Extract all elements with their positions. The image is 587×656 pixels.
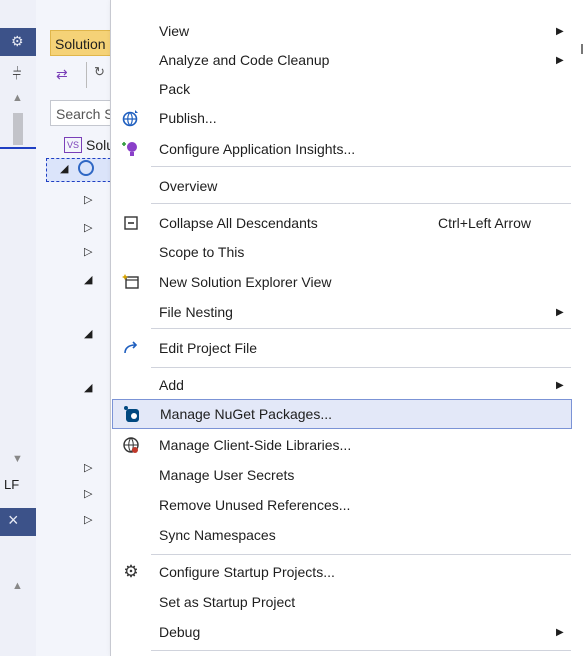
tree-collapse-arrow-icon[interactable]: ◢ — [84, 273, 92, 286]
menu-separator — [151, 554, 571, 555]
menu-item-configure-startup[interactable]: ⚙ Configure Startup Projects... — [112, 557, 572, 587]
menu-item-scope-to-this[interactable]: Scope to This — [112, 237, 572, 267]
menu-item-pack[interactable]: Pack — [112, 74, 572, 104]
menu-item-publish[interactable]: Publish... — [112, 103, 572, 133]
menu-item-collapse-all[interactable]: Collapse All Descendants Ctrl+Left Arrow — [112, 208, 572, 238]
menu-item-label: Remove Unused References... — [159, 497, 351, 513]
menu-item-user-secrets[interactable]: Manage User Secrets — [112, 460, 572, 490]
menu-item-new-view[interactable]: New Solution Explorer View — [112, 267, 572, 297]
menu-item-overview[interactable]: Overview — [112, 171, 572, 201]
history-icon[interactable]: ↻ — [94, 64, 105, 80]
active-line-indicator — [0, 147, 40, 149]
menu-item-label: Overview — [159, 178, 218, 194]
menu-item-manage-nuget[interactable]: Manage NuGet Packages... — [112, 399, 572, 429]
menu-item-label: Manage User Secrets — [159, 467, 295, 483]
menu-separator — [151, 203, 571, 204]
menu-item-label: Scope to This — [159, 244, 245, 260]
menu-item-label: Manage Client-Side Libraries... — [159, 437, 352, 453]
client-libraries-icon — [118, 432, 144, 458]
menu-item-label: Edit Project File — [159, 340, 258, 356]
scroll-down-arrow-icon[interactable]: ▼ — [12, 453, 23, 465]
submenu-arrow-icon: ▶ — [556, 306, 564, 318]
menu-separator — [151, 166, 571, 167]
tree-expand-arrow-icon[interactable]: ▷ — [84, 487, 92, 500]
tree-collapse-arrow-icon[interactable]: ◢ — [84, 327, 92, 340]
solution-explorer-tab[interactable]: Solution Explorer — [50, 30, 116, 56]
background-editor-edge — [572, 0, 587, 656]
tree-expand-arrow-icon[interactable]: ▷ — [84, 221, 92, 234]
gear-icon: ⚙ — [123, 562, 139, 581]
menu-item-remove-unused-references[interactable]: Remove Unused References... — [112, 490, 572, 520]
app-insights-icon — [118, 136, 144, 162]
menu-item-label: Pack — [159, 81, 191, 97]
menu-item-label: Manage NuGet Packages... — [160, 406, 332, 422]
menu-item-label: Add — [159, 377, 184, 393]
submenu-arrow-icon: ▶ — [556, 379, 564, 391]
menu-item-label: Set as Startup Project — [159, 594, 296, 610]
split-view-icon[interactable]: ⫩ — [6, 64, 28, 86]
menu-item-label: File Nesting — [159, 304, 233, 320]
menu-item-debug[interactable]: Debug ▶ — [112, 617, 572, 647]
scrollbar-thumb[interactable] — [13, 113, 23, 145]
menu-item-client-libraries[interactable]: Manage Client-Side Libraries... — [112, 430, 572, 460]
menu-item-shortcut: Ctrl+Left Arrow — [438, 215, 531, 231]
menu-item-label: Collapse All Descendants — [159, 215, 318, 231]
tree-expand-arrow-icon[interactable]: ▷ — [84, 245, 92, 258]
web-project-icon — [78, 160, 94, 176]
menu-item-label: Configure Startup Projects... — [159, 564, 335, 580]
submenu-arrow-icon: ▶ — [556, 25, 564, 37]
menu-item-file-nesting[interactable]: File Nesting ▶ — [112, 297, 572, 327]
line-ending-label[interactable]: LF — [4, 477, 19, 492]
edit-redo-icon — [118, 335, 144, 361]
editor-margin-mark — [581, 44, 583, 54]
menu-item-app-insights[interactable]: Configure Application Insights... — [112, 134, 572, 164]
menu-separator — [151, 650, 571, 651]
menu-item-label: Sync Namespaces — [159, 527, 276, 543]
new-view-icon — [118, 269, 144, 295]
menu-item-label: Configure Application Insights... — [159, 141, 356, 157]
menu-separator — [151, 328, 571, 329]
solution-icon: VS — [64, 137, 82, 153]
scroll-up-arrow-icon[interactable]: ▲ — [12, 580, 23, 592]
pane-header-bar: ⚙ — [0, 28, 36, 56]
menu-item-label: View — [159, 23, 190, 39]
expand-collapse-arrow-icon[interactable]: ◢ — [60, 162, 68, 175]
menu-item-set-startup[interactable]: Set as Startup Project — [112, 587, 572, 617]
gear-icon[interactable]: ⚙ — [11, 33, 24, 50]
context-menu: View ▶ Analyze and Code Cleanup ▶ Pack P… — [110, 0, 573, 656]
menu-item-label: New Solution Explorer View — [159, 274, 332, 290]
tree-expand-arrow-icon[interactable]: ▷ — [84, 513, 92, 526]
sync-with-active-document-icon[interactable]: ⇄ — [56, 66, 78, 86]
menu-item-sync-namespaces[interactable]: Sync Namespaces — [112, 520, 572, 550]
menu-item-edit-project-file[interactable]: Edit Project File — [112, 333, 572, 363]
menu-item-analyze[interactable]: Analyze and Code Cleanup ▶ — [112, 45, 572, 75]
menu-item-add[interactable]: Add ▶ — [112, 370, 572, 400]
tree-expand-arrow-icon[interactable]: ▷ — [84, 461, 92, 474]
tree-expand-arrow-icon[interactable]: ▷ — [84, 193, 92, 206]
toolbar-separator — [86, 62, 87, 88]
menu-item-label: Debug — [159, 624, 201, 640]
menu-item-label: Analyze and Code Cleanup — [159, 52, 330, 68]
nuget-icon — [119, 401, 145, 427]
tree-collapse-arrow-icon[interactable]: ◢ — [84, 381, 92, 394]
close-icon[interactable]: × — [8, 510, 19, 531]
menu-item-label: Publish... — [159, 110, 217, 126]
publish-icon — [118, 105, 144, 131]
menu-item-view[interactable]: View ▶ — [112, 16, 572, 46]
menu-separator — [151, 367, 571, 368]
collapse-all-icon — [118, 210, 144, 236]
solution-explorer-panel — [36, 0, 117, 656]
submenu-arrow-icon: ▶ — [556, 626, 564, 638]
scroll-up-arrow-icon[interactable]: ▲ — [12, 92, 23, 104]
submenu-arrow-icon: ▶ — [556, 54, 564, 66]
